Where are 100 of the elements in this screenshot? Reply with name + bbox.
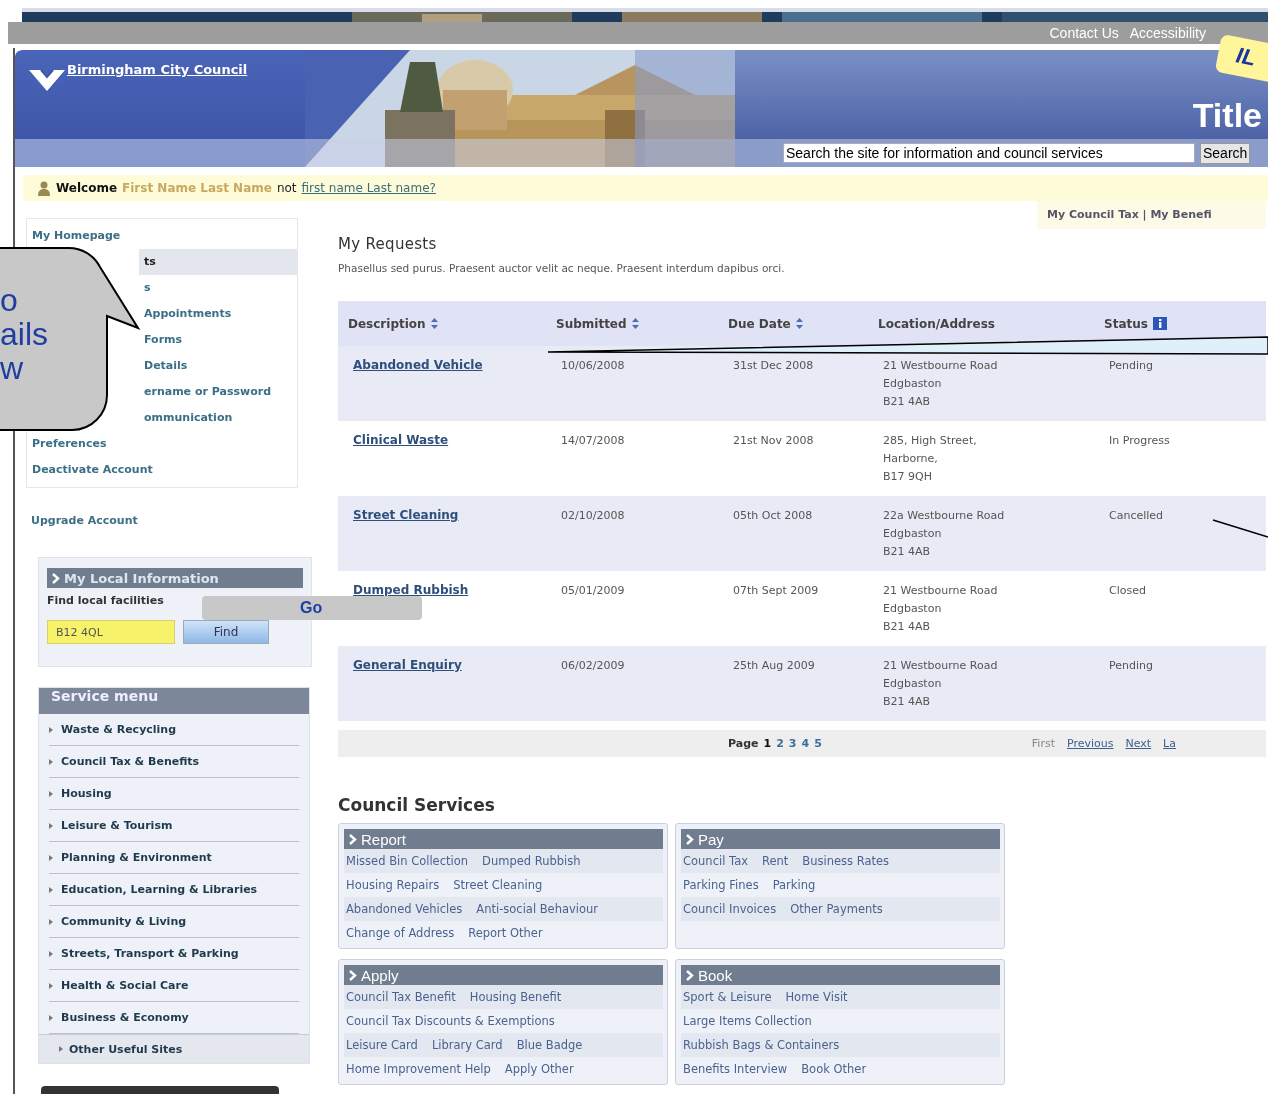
service-link[interactable]: Leisure Card [346,1038,418,1052]
pager-link[interactable]: Next [1125,737,1152,750]
leader-line [1212,519,1268,538]
table-cell: Closed [1094,571,1266,646]
request-link[interactable]: Dumped Rubbish [353,583,469,597]
sort-icon[interactable] [631,318,639,329]
service-link[interactable]: Apply Other [504,1062,574,1076]
search-button[interactable]: Search [1200,142,1251,164]
request-link[interactable]: General Enquiry [353,658,462,672]
page-number[interactable]: 3 [788,737,797,750]
service-link[interactable]: Housing Repairs [346,878,440,892]
account-menu-item[interactable]: ername or Password [139,379,276,405]
service-link[interactable]: Benefits Interview [683,1062,788,1076]
service-link[interactable]: Housing Benefit [469,990,562,1004]
column-header: Description [348,316,426,331]
service-link[interactable]: Rent [762,854,789,868]
service-link[interactable]: Council Tax Benefit [346,990,456,1004]
bullet-icon [49,726,53,733]
account-menu-item[interactable]: My Homepage [27,223,126,249]
page-number[interactable]: 2 [776,737,784,750]
sticky-note-text: IL [1233,42,1258,72]
page-number[interactable]: 4 [801,737,810,750]
account-menu-item[interactable]: s [139,275,156,301]
panel-title: My Local Information [64,570,219,586]
panel-title: Service menu [39,688,309,714]
find-button[interactable]: Find [183,620,269,644]
request-link[interactable]: Clinical Waste [353,433,449,447]
column-header: Due Date [728,316,791,331]
sort-icon[interactable] [795,318,803,329]
service-link[interactable]: Missed Bin Collection [346,854,469,868]
service-link[interactable]: Home Visit [785,990,848,1004]
service-menu-item[interactable]: Planning & Environment [61,851,212,864]
service-link[interactable]: Anti-social Behaviour [476,902,599,916]
panel-title: Report [361,830,407,848]
account-menu-item[interactable]: ts [139,249,297,275]
table-cell: 10/06/2008 [546,346,718,421]
chevron-icon [349,833,357,845]
service-link[interactable]: Abandoned Vehicles [346,902,463,916]
page-number[interactable]: 5 [814,737,822,750]
pager-link[interactable]: Previous [1066,737,1114,750]
service-link[interactable]: Street Cleaning [453,878,543,892]
page-label: Page [728,737,759,750]
panel-title: Apply [361,966,399,984]
table-cell: 21 Westbourne Road Edgbaston B21 4AB [868,646,1094,721]
go-button[interactable]: Go [202,596,422,620]
site-logo-link[interactable]: Birmingham City Council [67,62,248,77]
sort-icon[interactable] [430,318,438,329]
section-title: Council Services [338,795,496,815]
upgrade-account-link[interactable]: Upgrade Account [31,514,309,527]
service-link[interactable]: Parking Fines [683,878,759,892]
account-menu-item[interactable]: Forms [139,327,188,353]
service-menu-item[interactable]: Streets, Transport & Parking [61,947,239,960]
table-cell: 14/07/2008 [546,421,718,496]
service-link[interactable]: Sport & Leisure [683,990,772,1004]
service-link[interactable]: Council Invoices [683,902,777,916]
service-link[interactable]: Council Tax Discounts & Exemptions [346,1014,555,1028]
switch-user-link[interactable]: first name Last name? [301,181,436,195]
account-menu-item[interactable]: ommunication [139,405,238,431]
service-menu-item[interactable]: Business & Economy [61,1011,189,1024]
service-link[interactable]: Report Other [468,926,543,940]
service-link[interactable]: Home Improvement Help [346,1062,491,1076]
account-menu-item[interactable]: Appointments [139,301,237,327]
request-link[interactable]: Street Cleaning [353,508,459,522]
service-menu-item[interactable]: Housing [61,787,112,800]
service-link[interactable]: Book Other [801,1062,867,1076]
service-menu-item[interactable]: Leisure & Tourism [61,819,173,832]
info-icon[interactable] [1152,317,1167,330]
callout-text: ails [0,317,48,351]
pager-link[interactable]: La [1163,737,1176,750]
table-cell: 06/02/2009 [546,646,718,721]
page-number[interactable]: 1 [763,737,772,750]
service-link[interactable]: Blue Badge [516,1038,583,1052]
service-link[interactable]: Large Items Collection [683,1014,812,1028]
service-link[interactable]: Change of Address [346,926,455,940]
service-menu-item[interactable]: Waste & Recycling [61,723,177,736]
bullet-icon [49,982,53,989]
search-field[interactable]: Search the site for information and council services [783,143,1195,163]
request-link[interactable]: Abandoned Vehicle [353,358,483,372]
bullet-icon [49,918,53,925]
service-link[interactable]: Other Payments [790,902,883,916]
user-name: First Name Last Name [122,181,272,195]
service-menu-item[interactable]: Council Tax & Benefits [61,755,200,768]
account-menu-item[interactable]: Deactivate Account [27,457,158,483]
account-menu-item[interactable]: Preferences [27,431,112,457]
postcode-field[interactable]: B12 4QL [47,620,175,644]
service-link[interactable]: Parking [772,878,816,892]
service-link[interactable]: Dumped Rubbish [482,854,581,868]
service-menu-item[interactable]: Community & Living [61,915,187,928]
table-cell: 25th Aug 2009 [718,646,868,721]
table-cell: 21 Westbourne Road Edgbaston B21 4AB [868,571,1094,646]
account-links[interactable]: My Council Tax | My Benefi [1037,201,1266,229]
service-link[interactable]: Council Tax [683,854,748,868]
bullet-icon [49,854,53,861]
service-menu-item[interactable]: Education, Learning & Libraries [61,883,258,896]
service-link[interactable]: Business Rates [802,854,890,868]
column-header: Status [1104,316,1148,331]
account-menu-item[interactable]: Details [139,353,193,379]
service-link[interactable]: Library Card [431,1038,503,1052]
callout-text: w [0,351,24,385]
service-menu-item[interactable]: Health & Social Care [61,979,189,992]
